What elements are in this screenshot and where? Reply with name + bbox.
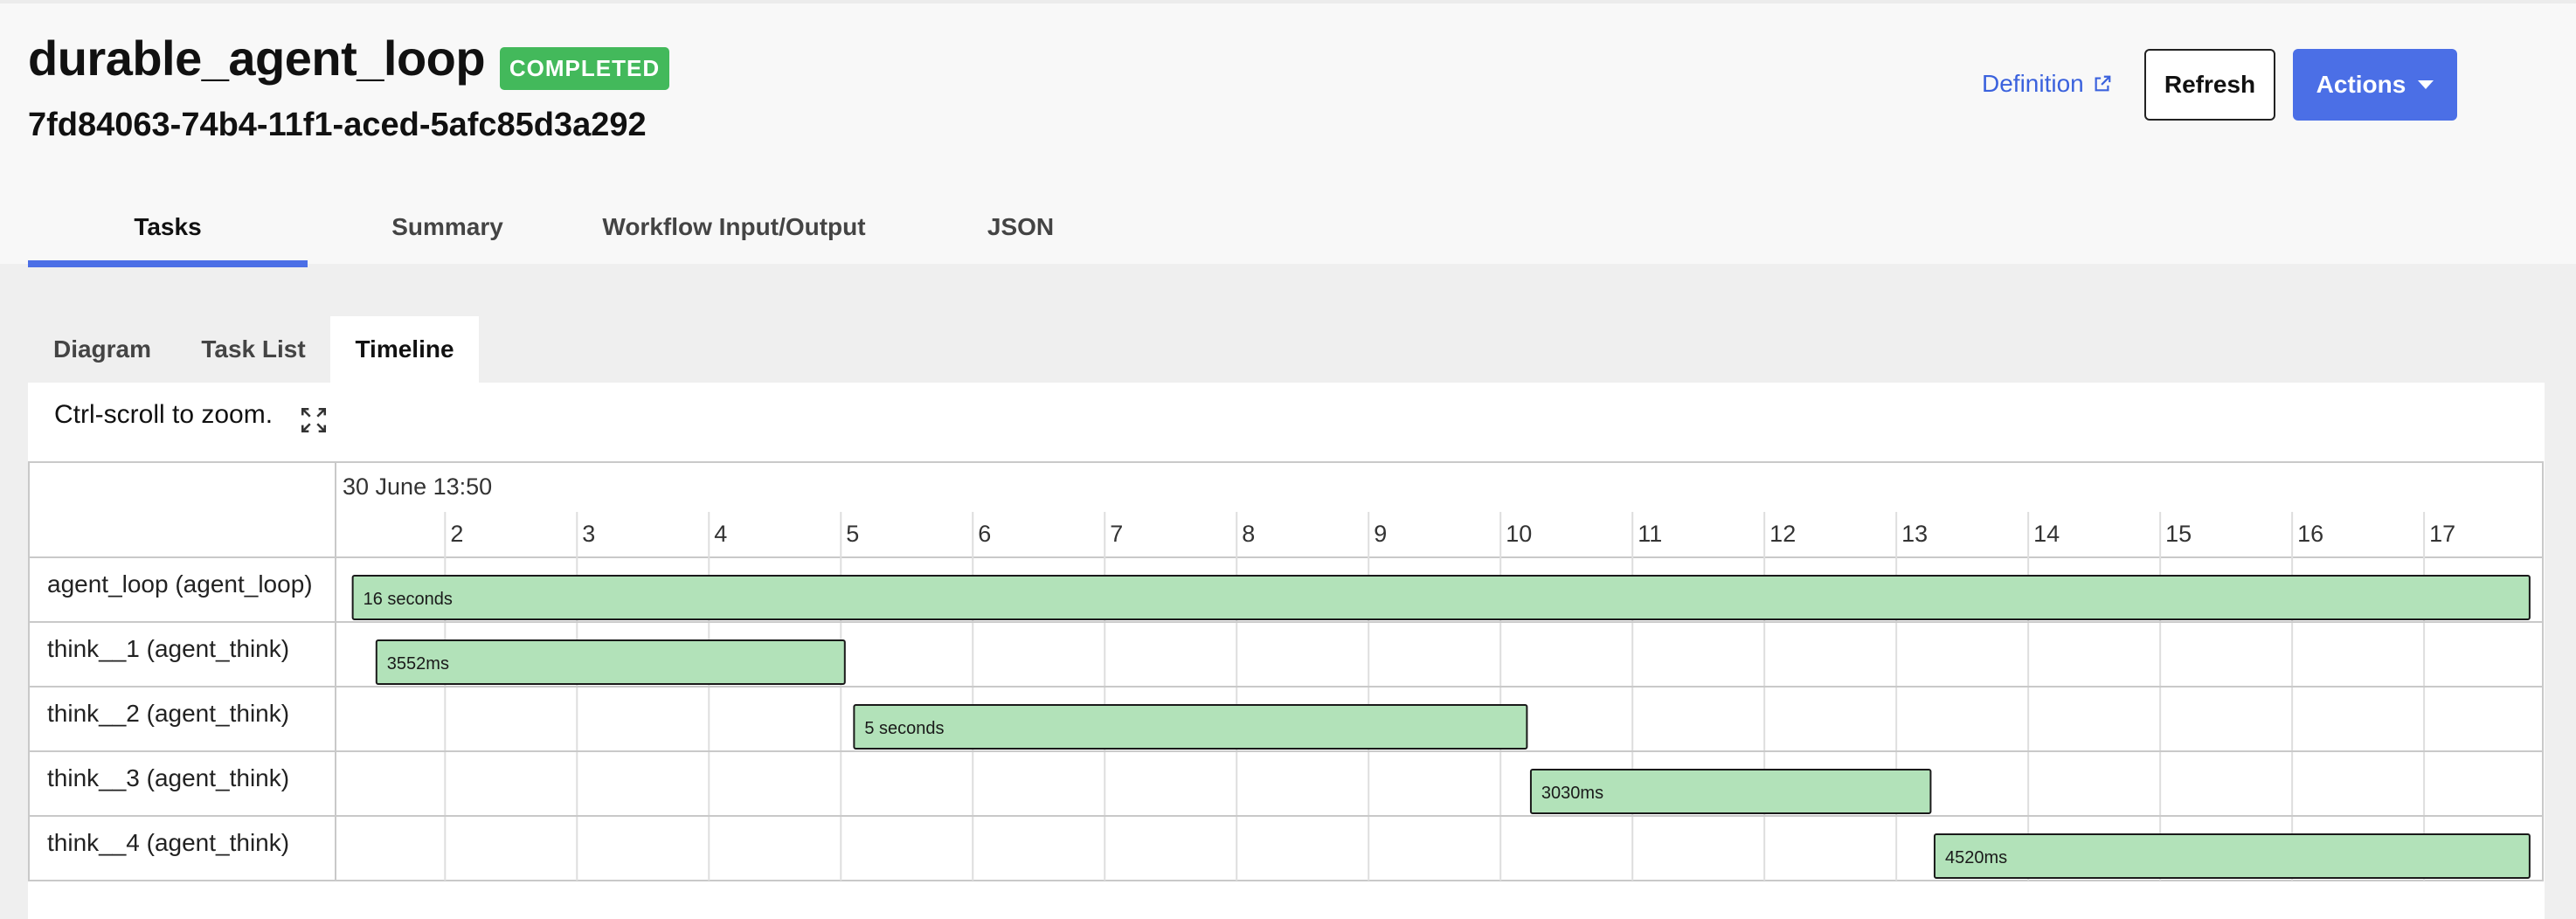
x-tick-label: 11 <box>1638 521 1662 547</box>
definition-link-label: Definition <box>1982 70 2084 97</box>
task-row-label: think__2 (agent_think) <box>47 700 289 727</box>
x-tick-label: 10 <box>1506 521 1532 547</box>
x-tick-label: 2 <box>450 521 463 547</box>
task-bar-label: 5 seconds <box>864 719 944 738</box>
timeline-date-label: 30 June 13:50 <box>343 473 492 500</box>
subtab-diagram[interactable]: Diagram <box>28 316 177 383</box>
timeline-chart-container: 30 June 13:50 2 3 4 5 6 7 8 9 10 11 12 13 14 15 16 17 age… <box>28 461 2545 919</box>
workflow-id: 7fd84063-74b4-11f1-aced-5afc85d3a292 <box>28 107 647 143</box>
workflow-header: durable_agent_loop COMPLETED 7fd84063-74… <box>0 0 2576 267</box>
task-bar-label: 4520ms <box>1945 848 2007 867</box>
caret-down-icon <box>2418 80 2434 89</box>
tab-json[interactable]: JSON <box>881 208 1160 267</box>
refresh-button[interactable]: Refresh <box>2144 49 2275 121</box>
x-tick-label: 12 <box>1769 521 1796 547</box>
x-tick-label: 14 <box>2033 521 2060 547</box>
x-tick-label: 6 <box>978 521 991 547</box>
actions-button[interactable]: Actions <box>2293 49 2457 121</box>
subtab-task-list[interactable]: Task List <box>177 316 330 383</box>
x-tick-label: 4 <box>714 521 727 547</box>
task-row-label: think__3 (agent_think) <box>47 764 289 791</box>
timeline-chart: 30 June 13:50 2 3 4 5 6 7 8 9 10 11 12 13 14 15 16 17 age… <box>28 461 2544 881</box>
x-tick-label: 8 <box>1242 521 1255 547</box>
x-tick-label: 13 <box>1901 521 1928 547</box>
task-bar[interactable] <box>351 575 2531 620</box>
task-bar[interactable] <box>1933 833 2531 879</box>
task-bar-label: 3030ms <box>1541 784 1603 803</box>
task-bar-label: 3552ms <box>387 654 449 674</box>
task-bar-label: 16 seconds <box>364 590 453 609</box>
external-link-icon <box>2095 75 2111 92</box>
tab-workflow-input-output[interactable]: Workflow Input/Output <box>587 208 881 267</box>
timeline-panel: Ctrl-scroll to zoom. 30 June 13:50 2 3 4 5 6 7… <box>28 383 2545 919</box>
x-tick-label: 17 <box>2429 521 2455 547</box>
expand-icon[interactable] <box>299 405 329 435</box>
status-badge: COMPLETED <box>500 47 669 90</box>
subtab-timeline[interactable]: Timeline <box>330 316 479 383</box>
x-tick-label: 16 <box>2297 521 2323 547</box>
x-tick-label: 3 <box>582 521 595 547</box>
task-bar[interactable] <box>853 704 1528 750</box>
task-row-label: agent_loop (agent_loop) <box>47 570 313 598</box>
x-tick-label: 9 <box>1374 521 1387 547</box>
tab-tasks[interactable]: Tasks <box>28 208 308 267</box>
x-tick-label: 7 <box>1110 521 1123 547</box>
task-row-label: think__4 (agent_think) <box>47 829 289 856</box>
task-row-label: think__1 (agent_think) <box>47 635 289 662</box>
zoom-hint: Ctrl-scroll to zoom. <box>54 400 274 429</box>
definition-link[interactable]: Definition <box>1982 70 2112 98</box>
actions-button-label: Actions <box>2316 71 2406 98</box>
workflow-title: durable_agent_loop <box>28 31 486 86</box>
x-tick-label: 5 <box>846 521 859 547</box>
x-tick-label: 15 <box>2165 521 2192 547</box>
tab-summary[interactable]: Summary <box>308 208 587 267</box>
